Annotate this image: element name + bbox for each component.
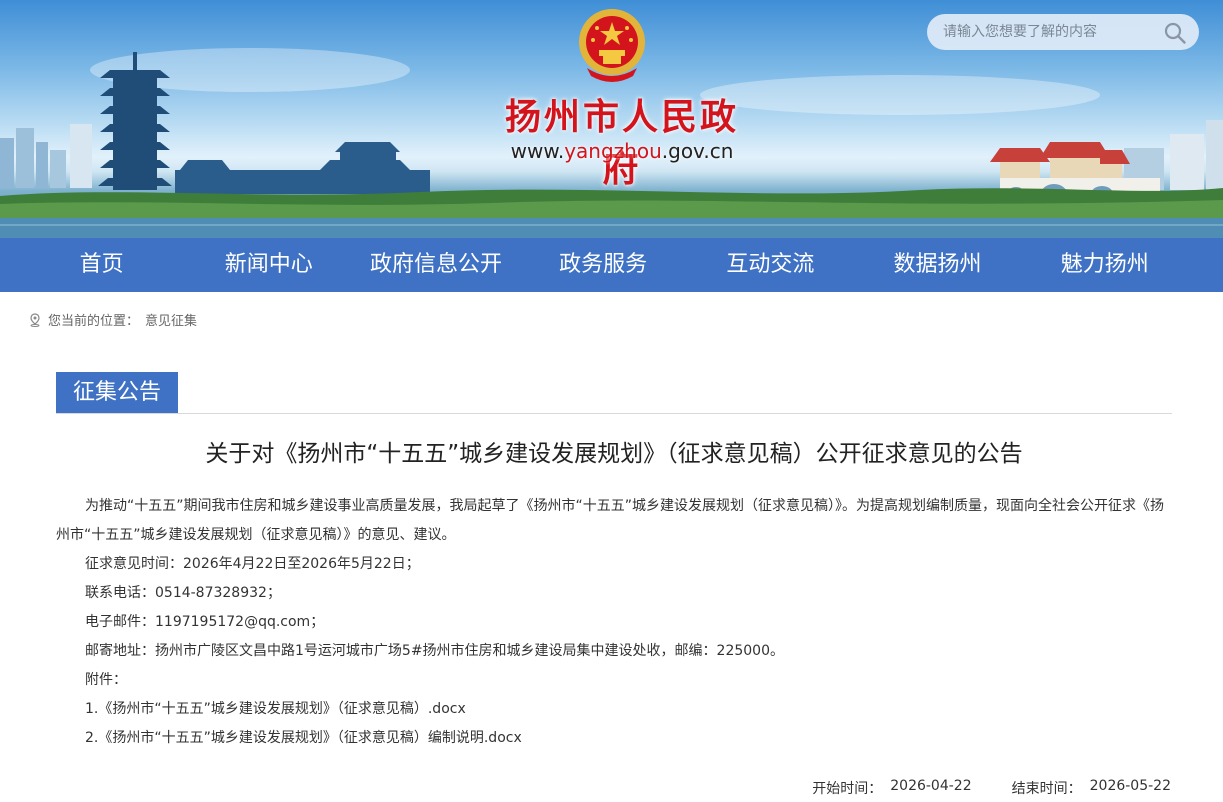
start-date: 2026-04-22	[890, 778, 972, 794]
attachment-link-2[interactable]: 2.《扬州市“十五五”城乡建设发展规划》（征求意见稿）编制说明.docx	[56, 724, 1172, 753]
attachments-label: 附件：	[85, 672, 127, 688]
nav-item-interaction[interactable]: 互动交流	[687, 238, 854, 292]
breadcrumb-current[interactable]: 意见征集	[145, 310, 197, 329]
article-content: 为推动“十五五”期间我市住房和城乡建设事业高质量发展，我局起草了《扬州市“十五五…	[56, 492, 1172, 753]
search-input[interactable]	[943, 14, 1153, 50]
nav-item-news[interactable]: 新闻中心	[185, 238, 352, 292]
end-date: 2026-05-22	[1089, 778, 1171, 794]
main-nav: 首页 新闻中心 政府信息公开 政务服务 互动交流 数据扬州 魅力扬州	[0, 238, 1223, 292]
location-pin-icon	[30, 312, 40, 327]
search-icon[interactable]	[1163, 21, 1187, 45]
section-tab: 征集公告	[56, 372, 178, 413]
article-intro: 为推动“十五五”期间我市住房和城乡建设事业高质量发展，我局起草了《扬州市“十五五…	[56, 498, 1165, 543]
header-banner: 扬州市人民政府 www.yangzhou.gov.cn	[0, 0, 1223, 238]
nav-item-home[interactable]: 首页	[18, 238, 185, 292]
date-range: 开始时间： 2026-04-22 结束时间： 2026-05-22	[812, 778, 1171, 798]
search-box	[927, 14, 1199, 50]
site-url-suffix: .gov.cn	[661, 139, 734, 163]
section-header: 征集公告	[56, 372, 1172, 414]
nav-item-data[interactable]: 数据扬州	[854, 238, 1021, 292]
end-date-label: 结束时间：	[1011, 781, 1082, 797]
site-url-prefix: www.	[510, 139, 565, 163]
breadcrumb-prefix: 您当前的位置：	[48, 314, 140, 329]
article-phone: 联系电话：0514-87328932；	[85, 585, 281, 601]
nav-item-charm[interactable]: 魅力扬州	[1021, 238, 1188, 292]
site-url: www.yangzhou.gov.cn	[487, 139, 757, 163]
article-address: 邮寄地址：扬州市广陵区文昌中路1号运河城市广场5#扬州市住房和城乡建设局集中建设…	[85, 643, 784, 659]
article-title: 关于对《扬州市“十五五”城乡建设发展规划》（征求意见稿）公开征求意见的公告	[205, 441, 1023, 467]
breadcrumb: 您当前的位置： 意见征集	[28, 310, 197, 329]
article-period: 征求意见时间：2026年4月22日至2026年5月22日；	[85, 556, 420, 572]
article-email: 电子邮件：1197195172@qq.com；	[85, 614, 325, 630]
nav-item-services[interactable]: 政务服务	[520, 238, 687, 292]
nav-item-gov-info[interactable]: 政府信息公开	[352, 238, 519, 292]
attachment-link-1[interactable]: 1.《扬州市“十五五”城乡建设发展规划》（征求意见稿）.docx	[56, 695, 1172, 724]
start-date-label: 开始时间：	[812, 781, 883, 797]
site-url-highlight: yangzhou	[564, 139, 662, 163]
national-emblem-icon	[579, 9, 645, 82]
